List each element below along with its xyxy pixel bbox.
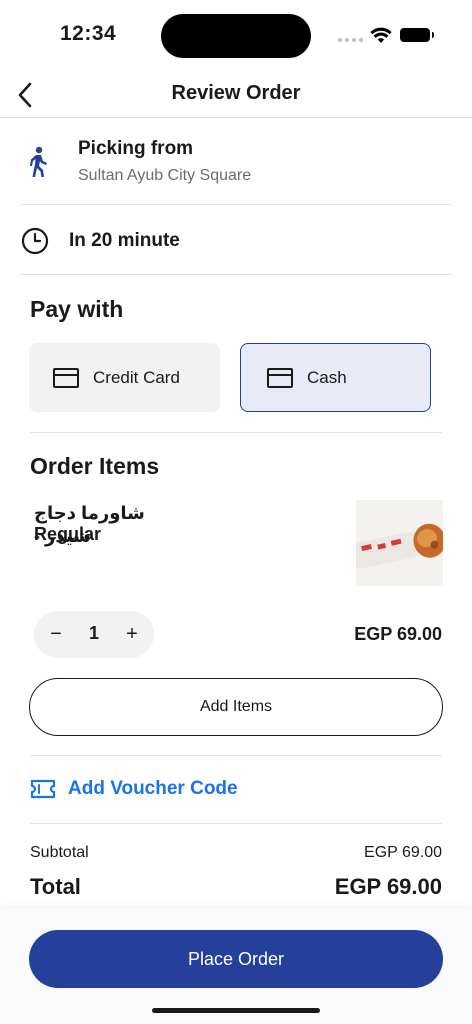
quantity-stepper: − 1 + xyxy=(34,611,154,658)
payment-section-title: Pay with xyxy=(30,296,124,322)
status-time: 12:34 xyxy=(60,22,117,45)
pickup-time-label: In 20 minute xyxy=(69,230,180,251)
page-title: Review Order xyxy=(171,82,301,104)
status-bar: 12:34 xyxy=(0,0,472,72)
add-voucher-label: Add Voucher Code xyxy=(68,778,238,799)
payment-option-credit-card[interactable]: Credit Card xyxy=(29,343,220,412)
subtotal-value: EGP 69.00 xyxy=(364,844,442,861)
increase-quantity-button[interactable]: + xyxy=(119,621,145,647)
total-value: EGP 69.00 xyxy=(334,874,442,899)
section-divider xyxy=(30,432,442,433)
credit-card-icon xyxy=(267,367,293,388)
dynamic-island xyxy=(161,14,311,58)
place-order-button[interactable]: Place Order xyxy=(29,930,443,988)
wifi-icon xyxy=(370,26,392,49)
payment-option-label: Credit Card xyxy=(93,367,180,387)
add-items-label: Add Items xyxy=(199,698,273,715)
pickup-location: Sultan Ayub City Square xyxy=(78,167,252,184)
section-divider xyxy=(30,755,442,756)
cellular-signal-icon xyxy=(338,38,363,42)
pickup-title: Picking from xyxy=(78,138,194,159)
navigation-bar: Review Order xyxy=(0,72,472,118)
home-indicator[interactable] xyxy=(152,1008,320,1013)
item-image xyxy=(356,500,443,586)
place-order-label: Place Order xyxy=(187,948,285,969)
ticket-icon xyxy=(30,779,56,799)
payment-option-cash[interactable]: Cash xyxy=(240,343,431,412)
item-price: EGP 69.00 xyxy=(354,624,442,644)
clock-icon xyxy=(21,227,49,255)
add-voucher-link[interactable]: Add Voucher Code xyxy=(30,778,238,800)
total-label: Total xyxy=(30,874,81,899)
payment-option-label: Cash xyxy=(307,367,347,387)
walking-person-icon xyxy=(30,146,47,177)
battery-icon xyxy=(400,28,434,42)
subtotal-label: Subtotal xyxy=(30,844,89,861)
credit-card-icon xyxy=(53,367,79,388)
item-size: Regular xyxy=(34,524,102,544)
pickup-time-row[interactable]: In 20 minute xyxy=(20,206,452,275)
pickup-location-row[interactable]: Picking from Sultan Ayub City Square xyxy=(20,120,452,205)
add-items-button[interactable]: Add Items xyxy=(29,678,443,736)
section-divider xyxy=(30,823,442,824)
order-items-title: Order Items xyxy=(30,453,160,479)
